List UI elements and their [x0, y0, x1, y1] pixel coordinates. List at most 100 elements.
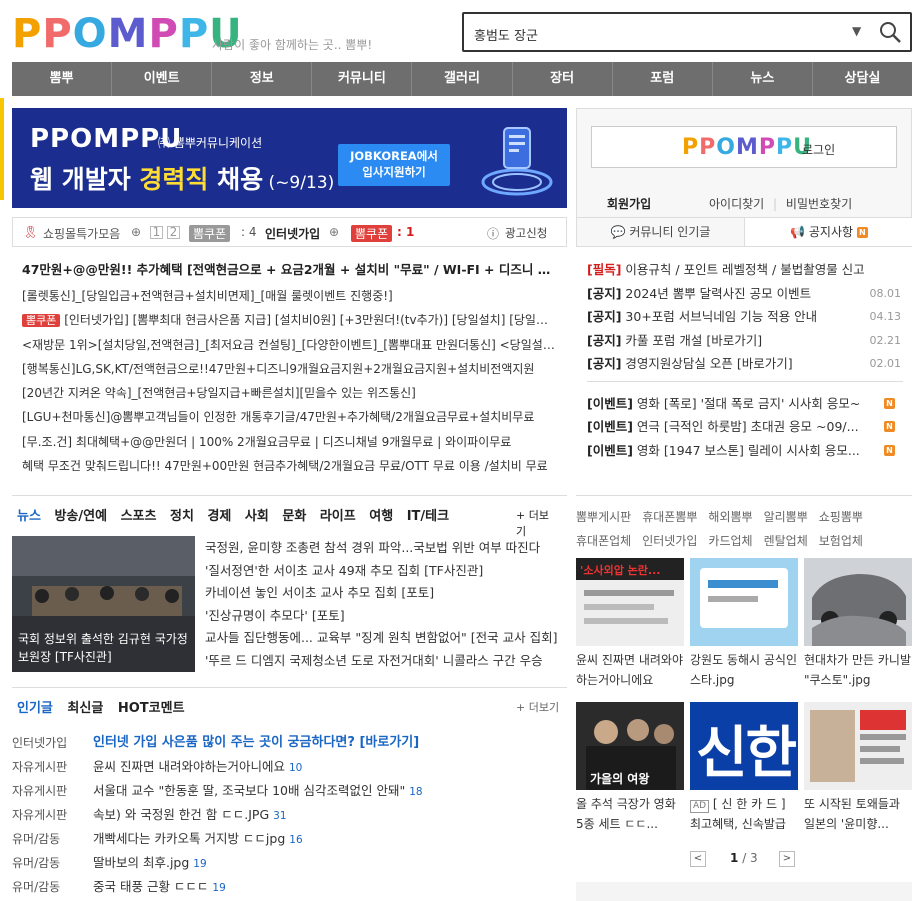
board-link[interactable]: 휴대폰뽐뿌: [642, 510, 697, 524]
coupon-badge[interactable]: 뽐쿠폰: [351, 225, 393, 242]
ad-apply-link[interactable]: 광고신청: [505, 225, 547, 241]
notice-item[interactable]: [공지] 경영지원상담실 오픈 [바로가기] 02.01: [587, 352, 903, 376]
tab-entertainment[interactable]: 방송/연예: [54, 509, 107, 524]
search-input[interactable]: 홍범도 장군: [474, 25, 538, 44]
ad-item[interactable]: [20년간 지켜온 약속]_[전액현금+당일지급+빠른설치][믿을수 있는 위즈…: [22, 381, 557, 405]
find-pw-link[interactable]: 비밀번호찾기: [786, 197, 852, 211]
ad-item[interactable]: [LGU+천마통신]@뽐뿌고객님들이 인정한 개통후기글/47만원+추가혜택/2…: [22, 405, 557, 429]
event-item[interactable]: [이벤트] 영화 [폭로] '절대 폭로 금지' 시사회 응모~ N: [587, 392, 903, 416]
tab-society[interactable]: 사회: [245, 509, 269, 524]
search-box[interactable]: 홍범도 장군 ▼: [462, 12, 912, 52]
news-item[interactable]: '뚜르 드 디엠지 국제청소년 도로 자전거대회' 니콜라스 구간 우승: [205, 650, 565, 673]
list-item[interactable]: 자유게시판 윤씨 진짜면 내려와야하는거아니에요 10: [12, 755, 567, 779]
list-item[interactable]: 유머/감동 개빡세다는 카카오톡 거지방 ㄷㄷjpg 16: [12, 827, 567, 851]
board-link[interactable]: 인터넷가입: [642, 534, 697, 548]
notice-item[interactable]: [공지] 30+포럼 서브닉네임 기능 적용 안내 04.13: [587, 305, 903, 329]
shop-link[interactable]: 쇼핑몰특가모음: [43, 225, 120, 242]
list-item[interactable]: 자유게시판 속보) 와 국정원 한건 함 ㄷㄷ.JPG 31: [12, 803, 567, 827]
join-link[interactable]: 회원가입: [607, 197, 651, 211]
tab-hot-comment[interactable]: HOT코멘트: [118, 701, 185, 716]
nav-item[interactable]: 뽐뿌: [12, 62, 113, 96]
tab-economy[interactable]: 경제: [207, 509, 231, 524]
thumb-item[interactable]: 또 시작된 토왜들과 일본의 '윤미향...: [804, 702, 912, 834]
ad-item[interactable]: 47만원+@@만원!! 추가혜택 [전액현금으로 + 요금2개월 + 설치비 "…: [22, 258, 557, 284]
nav-item[interactable]: 상담실: [813, 62, 912, 96]
nav-item[interactable]: 장터: [513, 62, 613, 96]
event-item[interactable]: [이벤트] 영화 [1947 보스톤] 릴레이 시사회 응모... N: [587, 439, 903, 463]
search-icon[interactable]: [878, 20, 902, 44]
side-marker: [0, 98, 4, 200]
login-button[interactable]: PPOMPPU 로그인: [591, 126, 897, 168]
tab-latest[interactable]: 최신글: [67, 701, 103, 716]
tab-notice[interactable]: 📢 공지사항 N: [745, 218, 913, 246]
thumb-item[interactable]: 강원도 동해시 공식인스타.jpg: [690, 558, 798, 690]
tab-news[interactable]: 뉴스: [17, 509, 41, 524]
ad-item[interactable]: 뽐쿠폰 [인터넷가입] [뽐뿌최대 현금사은품 지급] [설치비0원] [+3만…: [22, 308, 557, 332]
tab-life[interactable]: 라이프: [320, 509, 356, 524]
ad-item[interactable]: [행복통신]LG,SK,KT/전액현금으로!!47만원+디즈니9개월요금지원+2…: [22, 357, 557, 381]
board-link[interactable]: 알리뽐뿌: [764, 510, 808, 524]
news-item[interactable]: '진상규명이 추모다' [포토]: [205, 605, 565, 628]
news-item[interactable]: 카네이션 놓인 서이초 교사 추모 집회 [포토]: [205, 582, 565, 605]
nav-item[interactable]: 정보: [212, 62, 313, 96]
board-link[interactable]: 뽐뿌게시판: [576, 510, 631, 524]
board-link[interactable]: 쇼핑뽐뿌: [819, 510, 863, 524]
board-link[interactable]: 휴대폰업체: [576, 534, 631, 548]
tab-it[interactable]: IT/테크: [407, 509, 449, 524]
logo-letter: P: [148, 11, 179, 57]
internet-link[interactable]: 인터넷가입: [265, 225, 320, 242]
nav-item[interactable]: 커뮤니티: [312, 62, 413, 96]
coupon-badge[interactable]: 뽐쿠폰: [189, 225, 231, 242]
nav-item[interactable]: 갤러리: [412, 62, 513, 96]
list-item[interactable]: 유머/감동 딸바보의 최후.jpg 19: [12, 851, 567, 875]
search-dropdown-icon[interactable]: ▼: [852, 24, 861, 38]
tab-popular[interactable]: 인기글: [17, 701, 53, 716]
list-item[interactable]: 유머/감동 중국 태풍 근황 ㄷㄷㄷ 19: [12, 875, 567, 899]
recruit-banner[interactable]: PPOMPPU ㈜ 뽐뿌커뮤니케이션 웹 개발자 경력직 채용 (~9/13) …: [12, 108, 567, 208]
news-photo[interactable]: 국회 정보위 출석한 김규현 국가정보원장 [TF사진관]: [12, 536, 195, 672]
board-link[interactable]: 카드업체: [708, 534, 752, 548]
plus-icon[interactable]: ⊕: [131, 225, 141, 239]
new-badge: N: [856, 227, 868, 238]
ad-item[interactable]: [무.조.건] 최대혜택+@@만원더 | 100% 2개월요금무료 | 디즈니채…: [22, 430, 557, 454]
next-page-button[interactable]: >: [779, 851, 795, 867]
thumb-item[interactable]: 현대차가 만든 카니발 "쿠스토".jpg: [804, 558, 912, 690]
list-item[interactable]: 인터넷가입 인터넷 가입 사은품 많이 주는 곳이 궁금하다면? [바로가기]: [12, 731, 567, 755]
tab-sports[interactable]: 스포츠: [121, 509, 157, 524]
page-1[interactable]: 1: [150, 226, 163, 239]
page-2[interactable]: 2: [167, 226, 180, 239]
board-link[interactable]: 렌탈업체: [764, 534, 808, 548]
news-item[interactable]: '질서정연'한 서이초 교사 49재 추모 집회 [TF사진관]: [205, 560, 565, 583]
thumb-item[interactable]: '소사외압 논란... 윤씨 진짜면 내려와야하는거아니에요: [576, 558, 684, 690]
jobkorea-button[interactable]: JOBKOREA에서 입사지원하기: [338, 144, 450, 186]
news-item[interactable]: 교사들 집단행동에... 교육부 "징계 원칙 변함없어" [전국 교사 집회]: [205, 627, 565, 650]
main-nav: 뽐뿌 이벤트 정보 커뮤니티 갤러리 장터 포럼 뉴스 상담실: [12, 62, 912, 96]
prev-page-button[interactable]: <: [690, 851, 706, 867]
notice-item[interactable]: [공지] 2024년 뽐뿌 달력사진 공모 이벤트 08.01: [587, 282, 903, 306]
site-logo[interactable]: PPOMPPU: [12, 12, 243, 56]
tab-community-popular[interactable]: 💬 커뮤니티 인기글: [577, 218, 745, 246]
thumb-item[interactable]: 가을의 여왕 올 추석 극장가 영화 5종 세트 ㄷㄷ...: [576, 702, 684, 834]
tab-politics[interactable]: 정치: [170, 509, 194, 524]
list-item[interactable]: 자유게시판 서울대 교수 "한동훈 딸, 조국보다 10배 심각조력없인 안돼" 1…: [12, 779, 567, 803]
popular-more-link[interactable]: + 더보기: [516, 699, 559, 715]
banner-company: ㈜ 뽐뿌커뮤니케이션: [158, 136, 263, 150]
thumb-item[interactable]: 신한 AD [ 신 한 카 드 ] 최고혜택, 신속발급: [690, 702, 798, 834]
ad-item[interactable]: 혜택 무조건 맞춰드립니다!! 47만원+00만원 현금추가혜택/2개월요금 무…: [22, 454, 557, 478]
tab-travel[interactable]: 여행: [369, 509, 393, 524]
notice-item[interactable]: [필독] 이용규칙 / 포인트 레벨정책 / 불법촬영물 신고: [587, 258, 903, 282]
nav-item[interactable]: 이벤트: [112, 62, 213, 96]
nav-item[interactable]: 포럼: [613, 62, 713, 96]
ad-item[interactable]: <재방문 1위>[설치당일,전액현금]_[최저요금 컨설팅]_[다양한이벤트]_…: [22, 333, 557, 357]
ad-item[interactable]: [롤렛통신]_[당일입금+전액현금+설치비면제]_[매월 룰렛이벤트 진행중!]: [22, 284, 557, 308]
plus-icon[interactable]: ⊕: [329, 225, 339, 239]
news-item[interactable]: 국정원, 윤미향 조총련 참석 경위 파악...국보법 위반 여부 따진다: [205, 537, 565, 560]
notice-item[interactable]: [공지] 카풀 포럼 개설 [바로가기] 02.21: [587, 329, 903, 353]
find-id-link[interactable]: 아이디찾기: [709, 197, 764, 211]
nav-item[interactable]: 뉴스: [713, 62, 813, 96]
board-link[interactable]: 해외뽐뿌: [708, 510, 752, 524]
tab-culture[interactable]: 문화: [282, 509, 306, 524]
event-item[interactable]: [이벤트] 연극 [극적인 하룻밤] 초대권 응모 ~09/... N: [587, 415, 903, 439]
news-more-link[interactable]: + 더보기: [516, 507, 558, 539]
board-link[interactable]: 보험업체: [819, 534, 863, 548]
